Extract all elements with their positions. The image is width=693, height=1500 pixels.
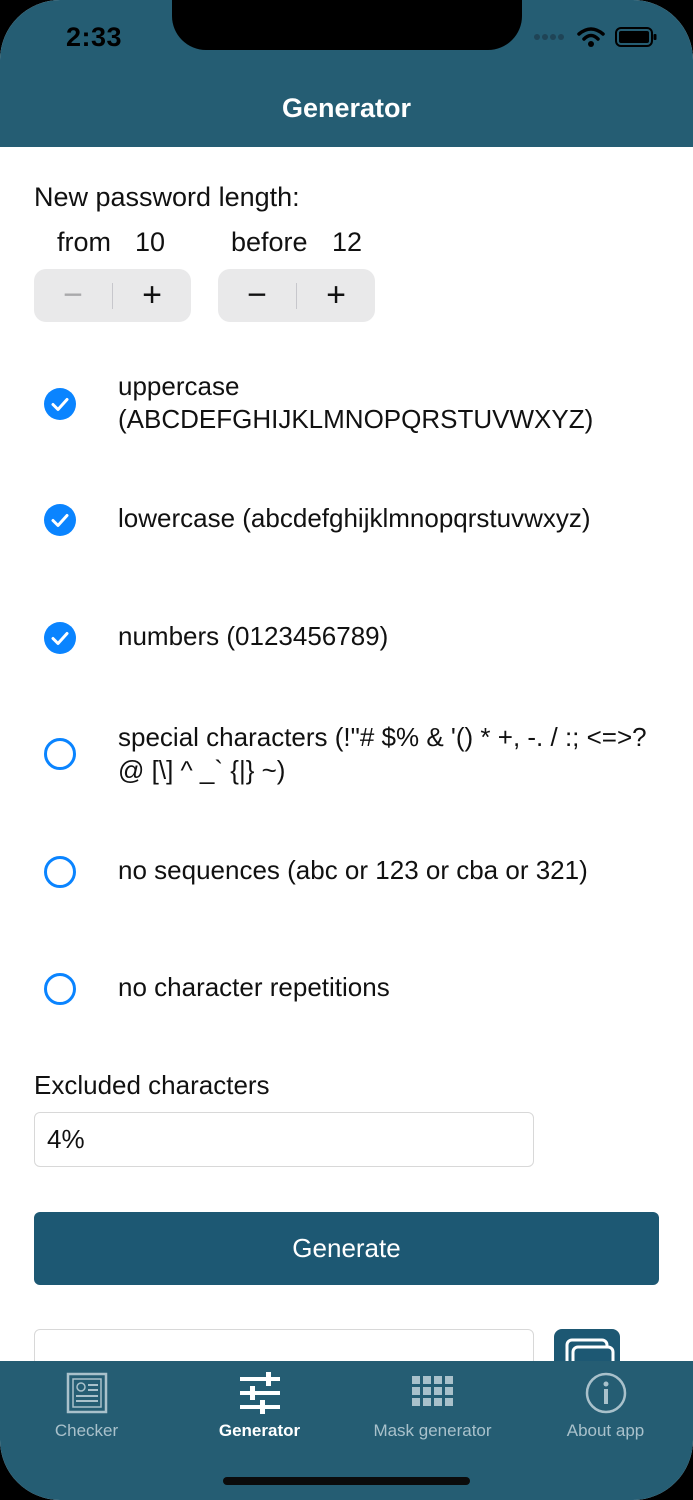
device-notch <box>172 0 522 50</box>
tab-label: Checker <box>54 1421 119 1440</box>
tab-about-app[interactable]: About app <box>519 1361 692 1456</box>
option-special-characters[interactable]: special characters (!"# $% & '() * +, -.… <box>0 721 693 789</box>
before-increment-button[interactable]: + <box>297 269 375 322</box>
tab-generator[interactable]: Generator <box>173 1361 346 1456</box>
tab-label: Mask generator <box>373 1421 492 1440</box>
from-label: from <box>57 227 111 257</box>
excluded-characters-input[interactable] <box>34 1112 534 1167</box>
option-label: no sequences (abc or 123 or cba or 321) <box>118 855 588 885</box>
sliders-icon <box>239 1372 280 1414</box>
before-label: before <box>231 227 308 257</box>
tab-mask-generator[interactable]: Mask generator <box>346 1361 519 1456</box>
grid-icon <box>411 1376 453 1406</box>
option-numbers[interactable]: numbers (0123456789) <box>0 620 693 656</box>
checker-icon <box>66 1372 107 1414</box>
from-decrement-button[interactable]: − <box>34 269 112 322</box>
from-value: 10 <box>135 227 166 257</box>
generate-button[interactable]: Generate <box>34 1212 659 1285</box>
before-stepper: − + <box>218 269 375 322</box>
info-icon <box>585 1372 626 1414</box>
checkmark-icon[interactable] <box>44 622 76 654</box>
from-increment-button[interactable]: + <box>113 269 191 322</box>
battery-icon <box>615 27 657 47</box>
tab-label: About app <box>566 1421 645 1440</box>
option-no-sequences[interactable]: no sequences (abc or 123 or cba or 321) <box>0 854 693 890</box>
tab-label: Generator <box>218 1421 301 1440</box>
before-value: 12 <box>332 227 363 257</box>
option-label: numbers (0123456789) <box>118 621 389 651</box>
status-icons <box>533 26 657 48</box>
tab-checker[interactable]: Checker <box>0 1361 173 1456</box>
option-label: special characters (!"# $% & '() * +, -.… <box>118 722 647 785</box>
navigation-bar: 2:33 Generator <box>0 0 693 147</box>
radio-empty-icon[interactable] <box>44 856 76 888</box>
home-indicator <box>223 1477 470 1485</box>
excluded-characters-label: Excluded characters <box>34 1070 270 1100</box>
wifi-icon <box>577 27 605 47</box>
option-label: lowercase (abcdefghijklmnopqrstuvwxyz) <box>118 503 591 533</box>
before-decrement-button[interactable]: − <box>218 269 296 322</box>
checkmark-icon[interactable] <box>44 504 76 536</box>
option-label: uppercase (ABCDEFGHIJKLMNOPQRSTUVWXYZ) <box>118 371 594 434</box>
option-uppercase[interactable]: uppercase (ABCDEFGHIJKLMNOPQRSTUVWXYZ) <box>0 370 693 438</box>
from-stepper: − + <box>34 269 191 322</box>
radio-empty-icon[interactable] <box>44 973 76 1005</box>
cellular-signal-icon <box>534 34 564 40</box>
page-title: Generator <box>281 93 412 123</box>
password-length-label: New password length: <box>34 182 300 212</box>
option-label: no character repetitions <box>118 972 390 1002</box>
option-lowercase[interactable]: lowercase (abcdefghijklmnopqrstuvwxyz) <box>0 502 693 538</box>
radio-empty-icon[interactable] <box>44 738 76 770</box>
checkmark-icon[interactable] <box>44 388 76 420</box>
option-no-repetitions[interactable]: no character repetitions <box>0 971 693 1007</box>
status-time: 2:33 <box>66 22 123 52</box>
app-screen: 2:33 Generator New password length: from… <box>0 0 693 1500</box>
